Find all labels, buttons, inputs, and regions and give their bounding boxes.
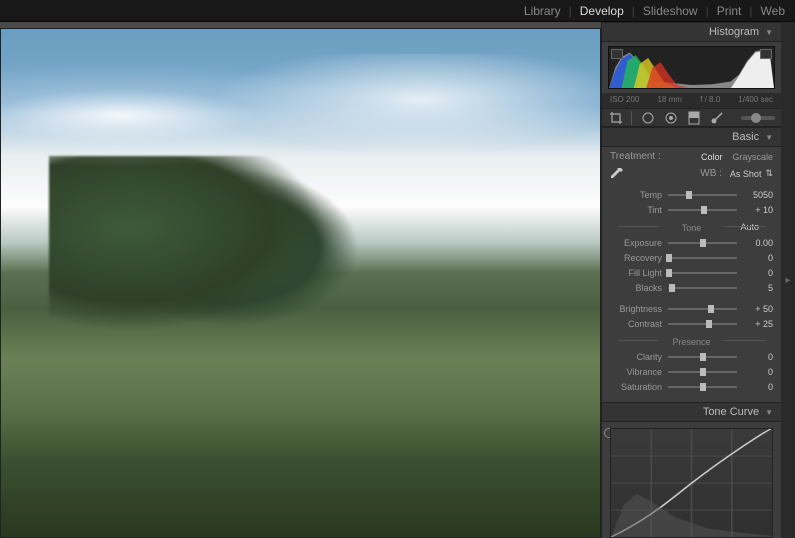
spot-tool-icon[interactable] xyxy=(640,110,655,126)
row-tint: Tint + 10 xyxy=(610,202,773,217)
val-temp[interactable]: 5050 xyxy=(743,190,773,200)
photo-viewport[interactable] xyxy=(0,22,601,538)
module-library[interactable]: Library xyxy=(524,4,561,18)
panel-header-histogram[interactable]: Histogram ▼ xyxy=(602,22,781,42)
slider-exposure[interactable] xyxy=(668,238,737,248)
photo[interactable] xyxy=(0,28,601,538)
slider-temp[interactable] xyxy=(668,190,737,200)
tone-curve[interactable] xyxy=(610,428,773,538)
panel-header-basic[interactable]: Basic ▼ xyxy=(602,127,781,147)
slider-clarity[interactable] xyxy=(668,352,737,362)
triangle-down-icon: ▼ xyxy=(765,28,773,37)
meta-iso: ISO 200 xyxy=(610,95,639,104)
brush-tool-icon[interactable] xyxy=(710,110,725,126)
treatment-color[interactable]: Color xyxy=(701,152,723,162)
wb-eyedropper-icon[interactable] xyxy=(610,167,624,181)
module-picker: Library | Develop | Slideshow | Print | … xyxy=(0,0,795,22)
histogram-meta: ISO 200 18 mm f / 8.0 1/400 sec xyxy=(602,93,781,108)
val-contrast[interactable]: + 25 xyxy=(743,319,773,329)
val-clarity[interactable]: 0 xyxy=(743,352,773,362)
updown-icon: ⇅ xyxy=(765,168,773,179)
right-panel: Histogram ▼ ISO 200 18 mm f / 8.0 1/400 … xyxy=(601,22,781,538)
val-tint[interactable]: + 10 xyxy=(743,205,773,215)
row-contrast: Contrast + 25 xyxy=(610,316,773,331)
treatment-label: Treatment : xyxy=(610,151,661,162)
row-saturation: Saturation 0 xyxy=(610,379,773,394)
panel-header-tonecurve[interactable]: Tone Curve ▼ xyxy=(602,402,781,422)
module-slideshow[interactable]: Slideshow xyxy=(643,4,698,18)
slider-brightness[interactable] xyxy=(668,304,737,314)
val-brightness[interactable]: + 50 xyxy=(743,304,773,314)
slider-recovery[interactable] xyxy=(668,253,737,263)
right-panel-toggle[interactable]: ▸ xyxy=(781,22,795,538)
wb-preset-select[interactable]: As Shot ⇅ xyxy=(730,168,773,179)
row-temp: Temp 5050 xyxy=(610,187,773,202)
module-develop[interactable]: Develop xyxy=(580,4,624,18)
row-blacks: Blacks 5 xyxy=(610,280,773,295)
module-web[interactable]: Web xyxy=(761,4,785,18)
shadow-clip-indicator[interactable] xyxy=(611,49,623,59)
triangle-right-icon: ▸ xyxy=(785,275,790,286)
grad-filter-tool-icon[interactable] xyxy=(686,110,701,126)
meta-focal: 18 mm xyxy=(658,95,682,104)
meta-shutter: 1/400 sec xyxy=(738,95,773,104)
val-filllight[interactable]: 0 xyxy=(743,268,773,278)
row-filllight: Fill Light 0 xyxy=(610,265,773,280)
triangle-down-icon: ▼ xyxy=(765,408,773,417)
val-exposure[interactable]: 0.00 xyxy=(743,238,773,248)
val-recovery[interactable]: 0 xyxy=(743,253,773,263)
triangle-down-icon: ▼ xyxy=(765,133,773,142)
histogram[interactable] xyxy=(608,46,775,89)
toolstrip-slider[interactable] xyxy=(741,116,775,120)
meta-aperture: f / 8.0 xyxy=(700,95,720,104)
row-brightness: Brightness + 50 xyxy=(610,301,773,316)
val-saturation[interactable]: 0 xyxy=(743,382,773,392)
val-vibrance[interactable]: 0 xyxy=(743,367,773,377)
treatment-grayscale[interactable]: Grayscale xyxy=(732,152,773,162)
slider-vibrance[interactable] xyxy=(668,367,737,377)
crop-tool-icon[interactable] xyxy=(608,110,623,126)
toolstrip xyxy=(602,108,781,127)
slider-contrast[interactable] xyxy=(668,319,737,329)
wb-label: WB : xyxy=(700,168,722,179)
highlight-clip-indicator[interactable] xyxy=(760,49,772,59)
slider-tint[interactable] xyxy=(668,205,737,215)
slider-blacks[interactable] xyxy=(668,283,737,293)
row-recovery: Recovery 0 xyxy=(610,250,773,265)
redeye-tool-icon[interactable] xyxy=(663,110,678,126)
row-exposure: Exposure 0.00 xyxy=(610,235,773,250)
slider-saturation[interactable] xyxy=(668,382,737,392)
auto-tone-button[interactable]: Auto xyxy=(734,221,765,233)
val-blacks[interactable]: 5 xyxy=(743,283,773,293)
row-vibrance: Vibrance 0 xyxy=(610,364,773,379)
slider-filllight[interactable] xyxy=(668,268,737,278)
module-print[interactable]: Print xyxy=(717,4,742,18)
row-clarity: Clarity 0 xyxy=(610,349,773,364)
